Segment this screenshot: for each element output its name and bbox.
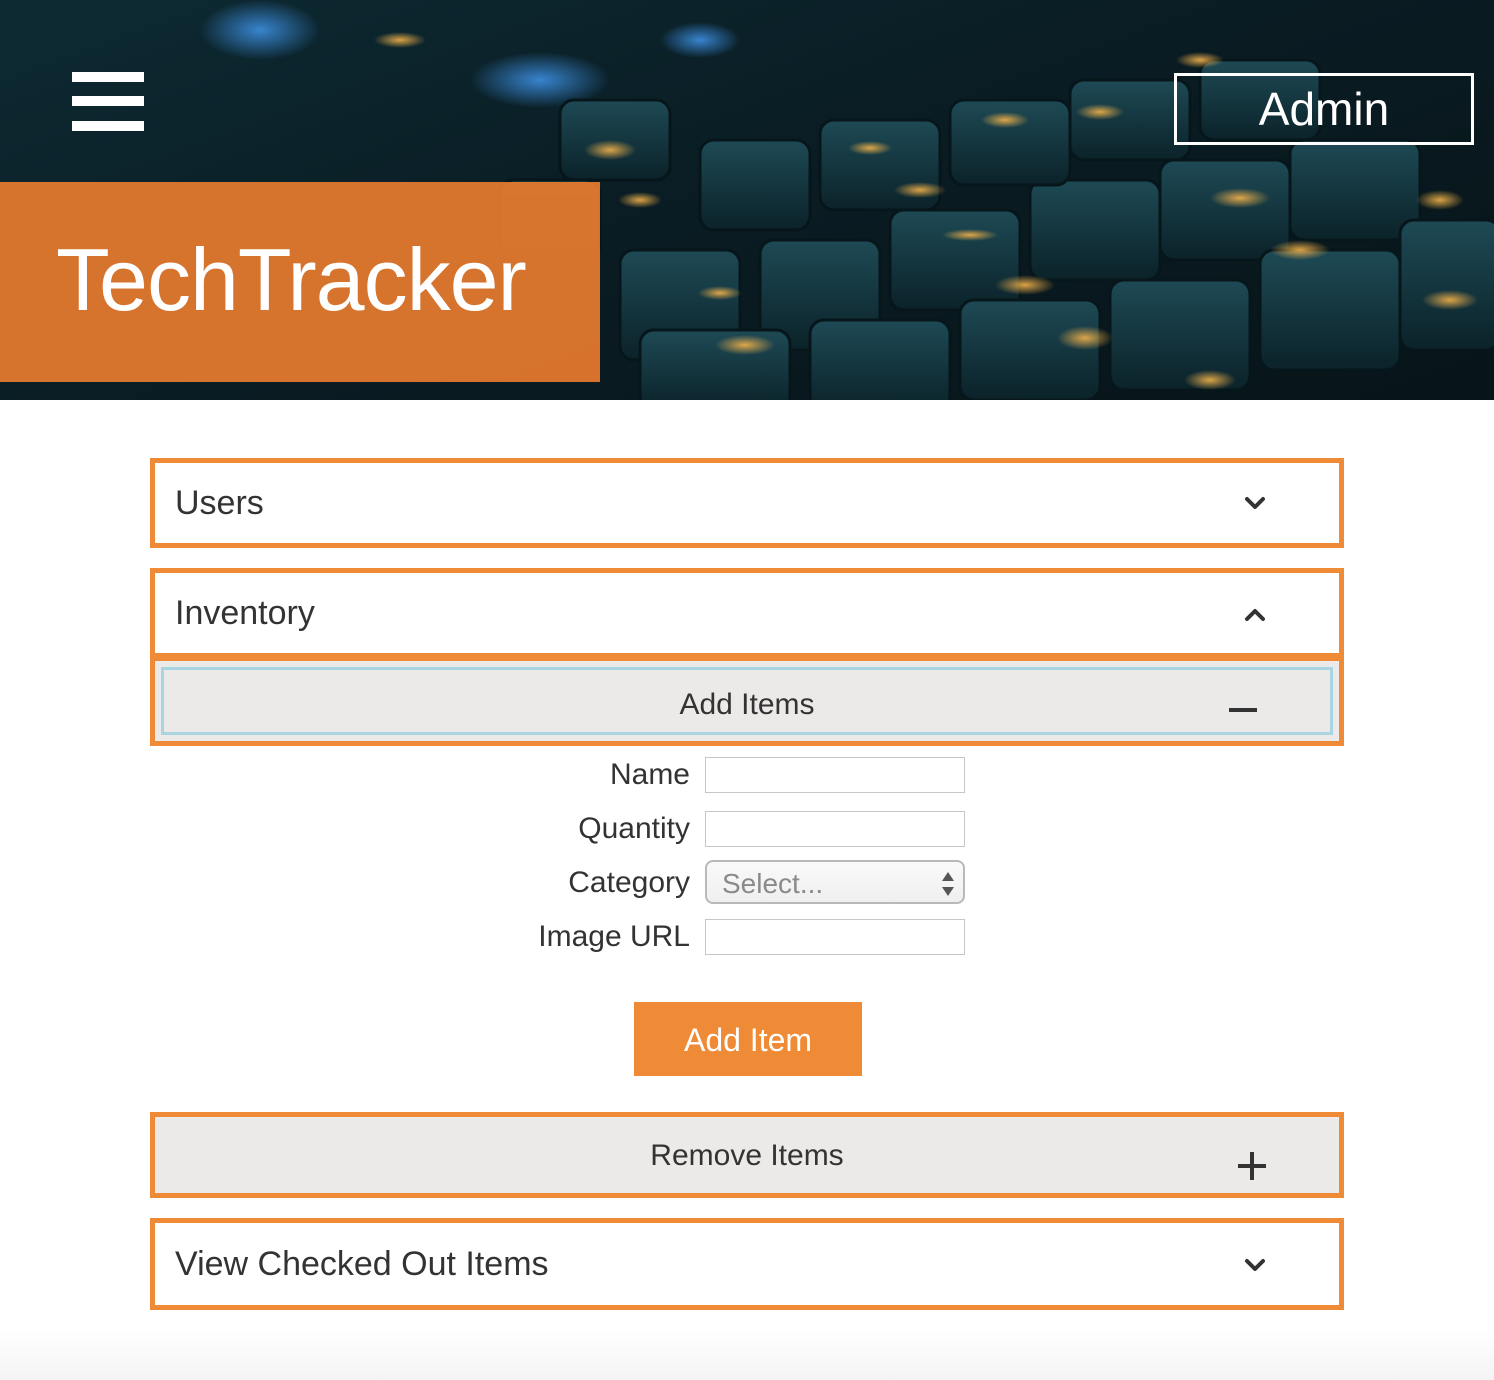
name-input[interactable] [705,757,965,793]
minus-icon [1229,708,1257,712]
subaccordion-remove-items-header[interactable]: Remove Items [155,1117,1339,1193]
image-url-input[interactable] [705,919,965,955]
category-label: Category [568,866,690,899]
subaccordion-remove-items-label: Remove Items [650,1139,844,1172]
category-select[interactable]: Select... [705,860,965,904]
subaccordion-add-items[interactable]: Add Items [150,656,1344,746]
accordion-inventory-label: Inventory [175,594,315,632]
brand-banner: TechTracker [0,182,600,382]
accordion-inventory[interactable]: Inventory [150,568,1344,658]
menu-bar [72,121,144,131]
chevron-down-icon [1245,497,1265,509]
header-hero: Admin TechTracker [0,0,1494,400]
menu-bar [72,72,144,82]
accordion-users[interactable]: Users [150,458,1344,548]
hamburger-menu-icon[interactable] [72,72,144,132]
menu-bar [72,96,144,106]
accordion-users-label: Users [175,484,264,522]
brand-title: TechTracker [56,230,527,329]
image-url-label: Image URL [538,920,690,953]
accordion-checked-out[interactable]: View Checked Out Items [150,1218,1344,1310]
subaccordion-add-items-label: Add Items [679,688,815,721]
add-item-button[interactable]: Add Item [634,1002,862,1076]
plus-icon [1238,1152,1266,1180]
chevron-down-icon [1245,1259,1265,1271]
select-arrows-icon [942,872,954,896]
subaccordion-remove-items[interactable]: Remove Items [150,1112,1344,1198]
admin-button[interactable]: Admin [1174,73,1474,145]
accordion-users-header[interactable]: Users [155,463,1339,543]
page: Admin TechTracker Users Inventory Add It… [0,0,1494,1380]
accordion-checked-out-header[interactable]: View Checked Out Items [155,1223,1339,1305]
chevron-up-icon [1245,609,1265,621]
page-footer-fade [0,1330,1494,1380]
accordion-inventory-header[interactable]: Inventory [155,573,1339,653]
quantity-input[interactable] [705,811,965,847]
subaccordion-add-items-header[interactable]: Add Items [161,667,1333,735]
category-selected-value: Select... [722,868,824,899]
quantity-label: Quantity [578,812,690,845]
name-label: Name [609,758,690,791]
accordion-checked-out-label: View Checked Out Items [175,1245,549,1283]
